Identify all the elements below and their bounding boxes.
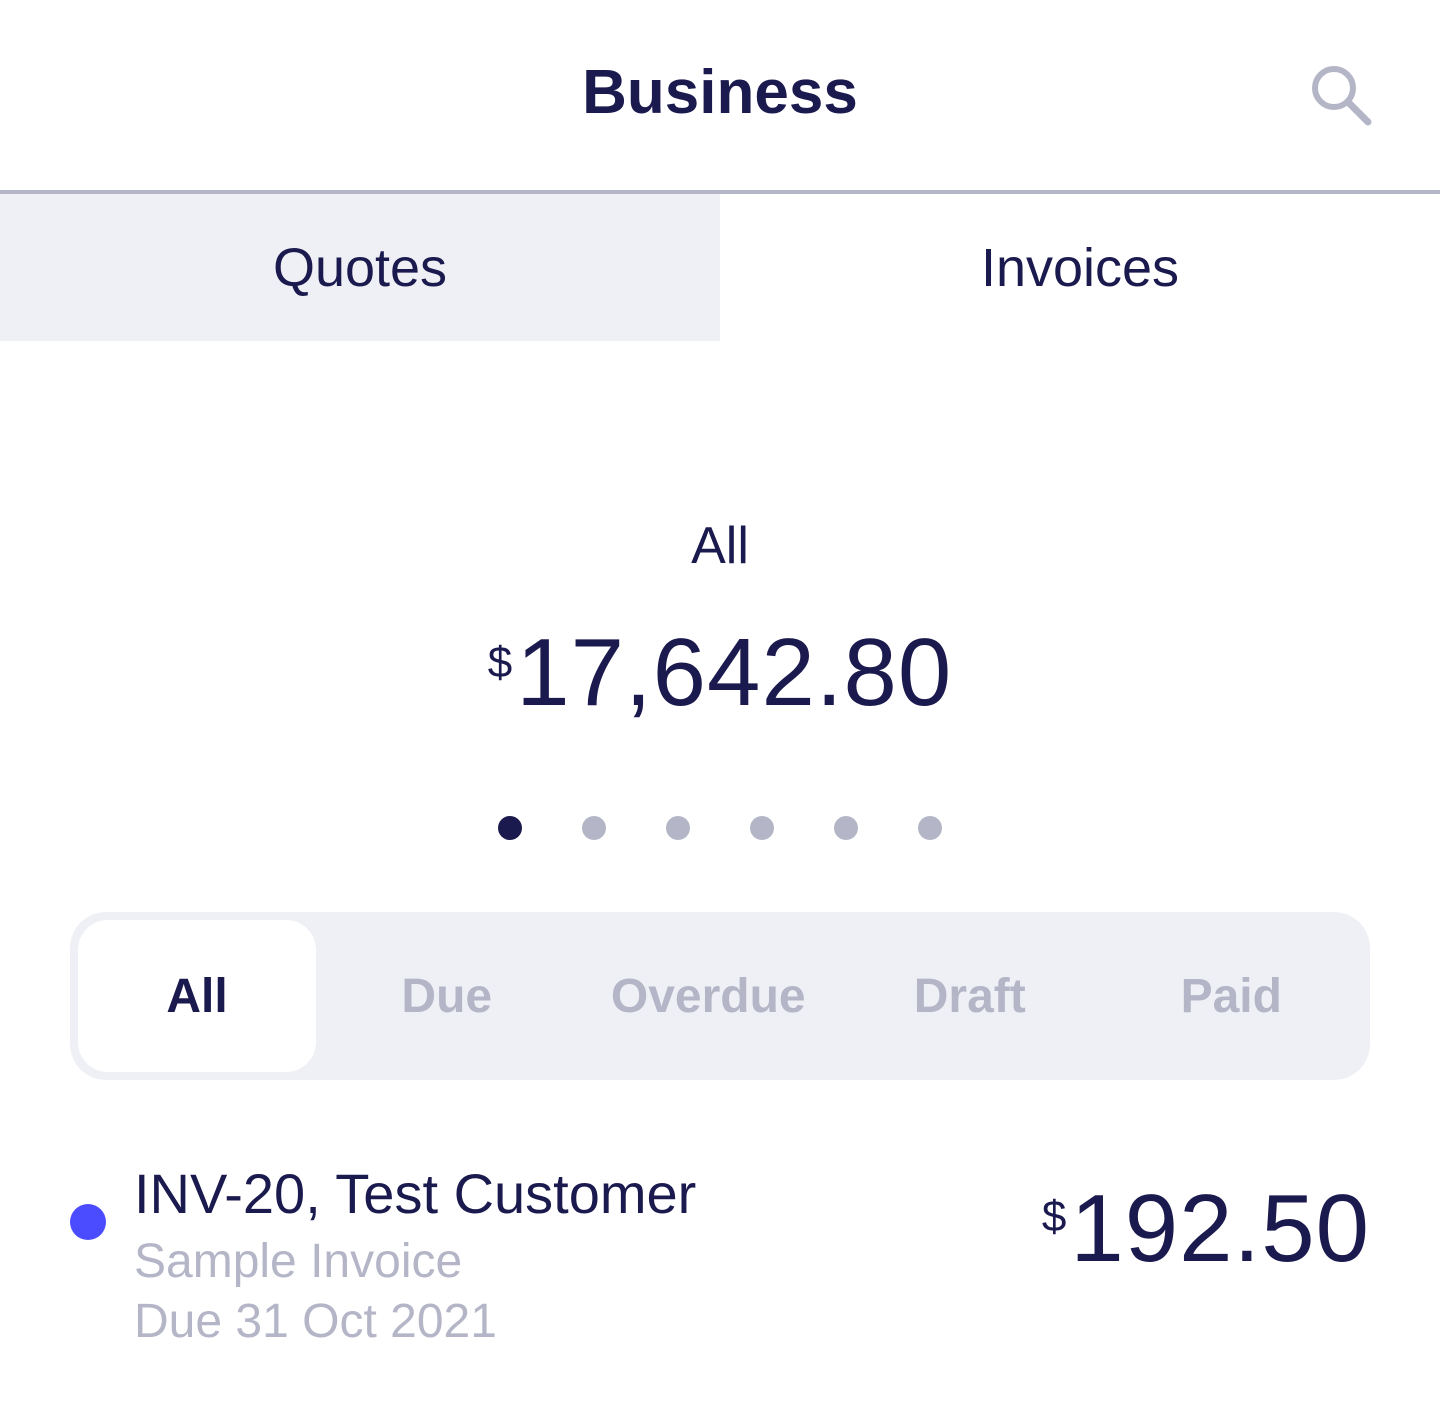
pager-dot[interactable] — [918, 816, 942, 840]
header: Business — [0, 0, 1440, 190]
invoice-due-date: Due 31 Oct 2021 — [134, 1295, 497, 1348]
invoice-currency: $ — [1041, 1192, 1067, 1241]
summary-total: $17,642.80 — [0, 618, 1440, 728]
pager-dot[interactable] — [498, 816, 522, 840]
invoice-amount: $192.50 — [1042, 1174, 1370, 1284]
tab-invoices[interactable]: Invoices — [720, 194, 1440, 341]
summary-amount-value: 17,642.80 — [516, 619, 953, 726]
status-filter: All Due Overdue Draft Paid — [70, 912, 1370, 1080]
pager-dot[interactable] — [582, 816, 606, 840]
summary-currency: $ — [487, 638, 513, 687]
invoice-amount-value: 192.50 — [1070, 1175, 1370, 1282]
pager-dot[interactable] — [750, 816, 774, 840]
search-button[interactable] — [1300, 56, 1380, 136]
pager-dot[interactable] — [834, 816, 858, 840]
filter-paid[interactable]: Paid — [1101, 920, 1363, 1072]
filter-all[interactable]: All — [78, 920, 316, 1072]
search-icon — [1308, 62, 1372, 131]
document-type-tabs: Quotes Invoices — [0, 194, 1440, 341]
page-title: Business — [582, 58, 858, 127]
pager-dots — [0, 816, 1440, 840]
filter-draft[interactable]: Draft — [839, 920, 1101, 1072]
invoice-list-item[interactable]: INV-20, Test Customer Sample Invoice Due… — [70, 1150, 1370, 1360]
filter-due[interactable]: Due — [316, 920, 578, 1072]
invoice-status-dot — [70, 1204, 106, 1240]
summary-label: All — [691, 517, 749, 575]
invoice-description: Sample Invoice — [134, 1235, 463, 1288]
pager-dot[interactable] — [666, 816, 690, 840]
filter-overdue[interactable]: Overdue — [578, 920, 840, 1072]
business-screen: Business Quotes Invoices All $17,642.80 … — [0, 0, 1440, 1419]
invoice-title: INV-20, Test Customer — [134, 1162, 697, 1225]
tab-quotes[interactable]: Quotes — [0, 194, 720, 341]
